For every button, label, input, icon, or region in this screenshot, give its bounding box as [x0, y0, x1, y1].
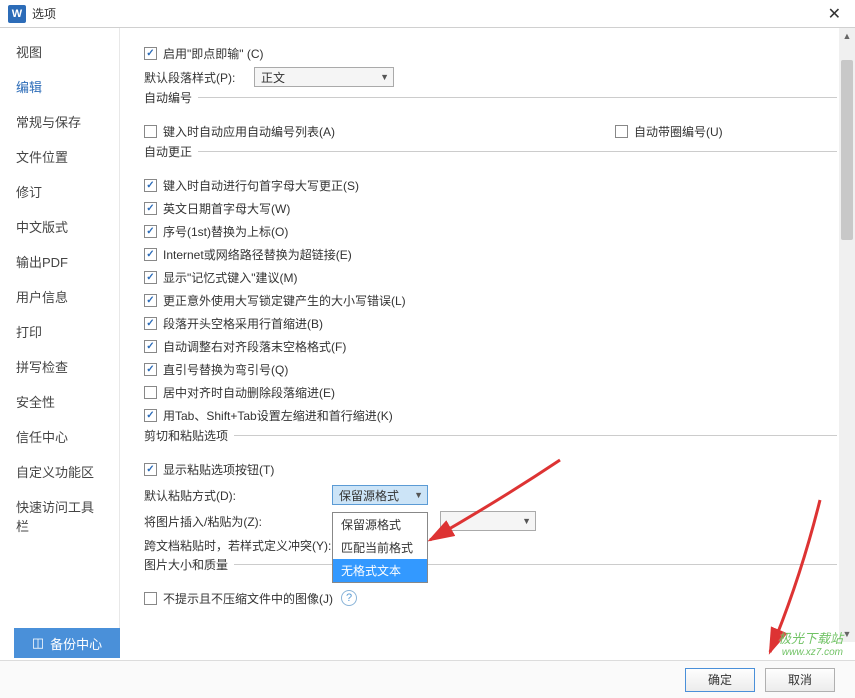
scroll-up-icon[interactable]: ▲: [839, 28, 855, 44]
sidebar-item-13[interactable]: 快速访问工具栏: [0, 489, 119, 543]
group-cut-paste: 剪切和粘贴选项: [144, 435, 837, 453]
label-ac6: 更正意外使用大写锁定键产生的大小写错误(L): [163, 292, 406, 309]
dropdown-option-2[interactable]: 无格式文本: [333, 559, 427, 582]
chevron-down-icon: ▼: [414, 490, 423, 500]
label-default-para: 默认段落样式(P):: [144, 69, 254, 86]
checkbox-ac5[interactable]: [144, 271, 157, 284]
select-default-paste[interactable]: 保留源格式 ▼: [332, 485, 428, 505]
label-image-paste: 将图片插入/粘贴为(Z):: [144, 513, 332, 530]
sidebar-item-7[interactable]: 用户信息: [0, 279, 119, 314]
sidebar-item-5[interactable]: 中文版式: [0, 209, 119, 244]
checkbox-ac4[interactable]: [144, 248, 157, 261]
checkbox-show-paste[interactable]: [144, 463, 157, 476]
label-no-compress: 不提示且不压缩文件中的图像(J): [163, 590, 333, 607]
select-image-paste[interactable]: ▼: [440, 511, 536, 531]
backup-label: 备份中心: [50, 634, 102, 653]
label-show-paste: 显示粘贴选项按钮(T): [163, 461, 274, 478]
checkbox-click-type[interactable]: [144, 47, 157, 60]
backup-icon: ◫: [32, 635, 44, 651]
close-icon[interactable]: ✕: [822, 4, 847, 24]
group-image-quality: 图片大小和质量: [144, 564, 837, 582]
sidebar-item-8[interactable]: 打印: [0, 314, 119, 349]
content-panel: 启用"即点即输" (C) 默认段落样式(P): 正文 ▼ 自动编号 键入时自动应…: [120, 28, 855, 642]
dialog-title: 选项: [32, 5, 822, 22]
sidebar: 视图编辑常规与保存文件位置修订中文版式输出PDF用户信息打印拼写检查安全性信任中…: [0, 28, 120, 642]
chevron-down-icon: ▼: [380, 72, 389, 82]
select-default-para-value: 正文: [261, 69, 285, 86]
checkbox-ac11[interactable]: [144, 409, 157, 422]
checkbox-ac7[interactable]: [144, 317, 157, 330]
label-ac8: 自动调整右对齐段落末空格格式(F): [163, 338, 346, 355]
label-default-paste: 默认粘贴方式(D):: [144, 487, 332, 504]
select-default-para[interactable]: 正文 ▼: [254, 67, 394, 87]
dropdown-option-1[interactable]: 匹配当前格式: [333, 536, 427, 559]
ok-button[interactable]: 确定: [685, 668, 755, 692]
dropdown-option-0[interactable]: 保留源格式: [333, 513, 427, 536]
legend-auto-number: 自动编号: [144, 89, 198, 106]
cancel-button[interactable]: 取消: [765, 668, 835, 692]
label-ac2: 英文日期首字母大写(W): [163, 200, 290, 217]
sidebar-item-4[interactable]: 修订: [0, 174, 119, 209]
label-ac9: 直引号替换为弯引号(Q): [163, 361, 288, 378]
dropdown-default-paste: 保留源格式匹配当前格式无格式文本: [332, 512, 428, 583]
label-ac4: Internet或网络路径替换为超链接(E): [163, 246, 352, 263]
sidebar-item-10[interactable]: 安全性: [0, 384, 119, 419]
sidebar-item-3[interactable]: 文件位置: [0, 139, 119, 174]
scroll-thumb[interactable]: [841, 60, 853, 240]
checkbox-ac6[interactable]: [144, 294, 157, 307]
checkbox-no-compress[interactable]: [144, 592, 157, 605]
label-cross-paste: 跨文档粘贴时，若样式定义冲突(Y):: [144, 537, 364, 554]
legend-cut-paste: 剪切和粘贴选项: [144, 427, 234, 444]
label-auto-circle: 自动带圈编号(U): [634, 123, 723, 140]
checkbox-ac8[interactable]: [144, 340, 157, 353]
legend-image-quality: 图片大小和质量: [144, 556, 234, 573]
sidebar-item-0[interactable]: 视图: [0, 34, 119, 69]
checkbox-ac9[interactable]: [144, 363, 157, 376]
checkbox-ac3[interactable]: [144, 225, 157, 238]
scrollbar[interactable]: ▲ ▼: [839, 28, 855, 642]
label-ac5: 显示"记忆式键入"建议(M): [163, 269, 298, 286]
sidebar-item-11[interactable]: 信任中心: [0, 419, 119, 454]
checkbox-ac2[interactable]: [144, 202, 157, 215]
checkbox-auto-number-list[interactable]: [144, 125, 157, 138]
checkbox-ac10[interactable]: [144, 386, 157, 399]
group-auto-number: 自动编号: [144, 97, 837, 115]
label-ac10: 居中对齐时自动删除段落缩进(E): [163, 384, 335, 401]
titlebar: W 选项 ✕: [0, 0, 855, 28]
help-icon[interactable]: ?: [341, 590, 357, 606]
sidebar-item-1[interactable]: 编辑: [0, 69, 119, 104]
sidebar-item-12[interactable]: 自定义功能区: [0, 454, 119, 489]
backup-center-button[interactable]: ◫ 备份中心: [14, 628, 120, 658]
label-auto-number-list: 键入时自动应用自动编号列表(A): [163, 123, 335, 140]
label-ac3: 序号(1st)替换为上标(O): [163, 223, 288, 240]
watermark: 极光下载站 www.xz7.com: [778, 628, 843, 658]
group-auto-correct: 自动更正: [144, 151, 837, 169]
sidebar-item-9[interactable]: 拼写检查: [0, 349, 119, 384]
label-ac11: 用Tab、Shift+Tab设置左缩进和首行缩进(K): [163, 407, 393, 424]
label-ac7: 段落开头空格采用行首缩进(B): [163, 315, 323, 332]
label-ac1: 键入时自动进行句首字母大写更正(S): [163, 177, 359, 194]
select-default-paste-value: 保留源格式: [339, 487, 399, 504]
chevron-down-icon: ▼: [522, 516, 531, 526]
legend-auto-correct: 自动更正: [144, 143, 198, 160]
app-icon: W: [8, 5, 26, 23]
bottom-bar: 确定 取消: [0, 660, 855, 698]
checkbox-auto-circle[interactable]: [615, 125, 628, 138]
checkbox-ac1[interactable]: [144, 179, 157, 192]
sidebar-item-2[interactable]: 常规与保存: [0, 104, 119, 139]
sidebar-item-6[interactable]: 输出PDF: [0, 244, 119, 279]
label-click-type: 启用"即点即输" (C): [163, 45, 264, 62]
